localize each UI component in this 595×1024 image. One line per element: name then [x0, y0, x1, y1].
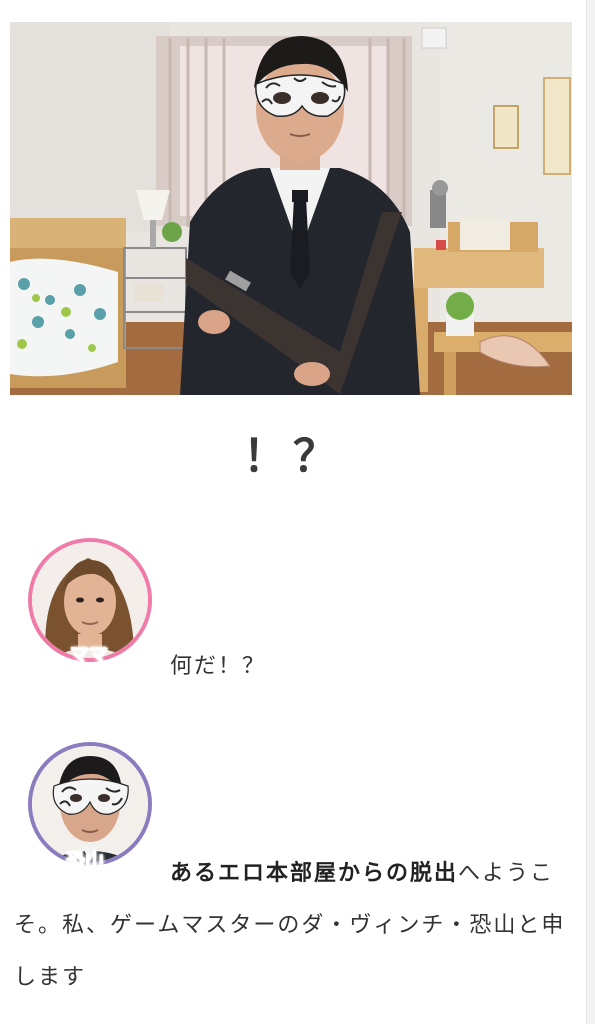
- page-scroll-edge: [586, 0, 595, 1024]
- bold-title-text: あるエロ本部屋からの脱出: [170, 861, 459, 886]
- dialogue-text-kyouyama: あるエロ本部屋からの脱出へようこそ。私、ゲームマスターのダ・ヴィンチ・恐山と申し…: [14, 848, 580, 1004]
- room-photo: [10, 22, 572, 395]
- speaker-label-mama: ママ: [69, 644, 109, 667]
- dialogue-text-mama: 何だ！？: [170, 654, 267, 679]
- exclamation-heading: ！？: [243, 431, 343, 482]
